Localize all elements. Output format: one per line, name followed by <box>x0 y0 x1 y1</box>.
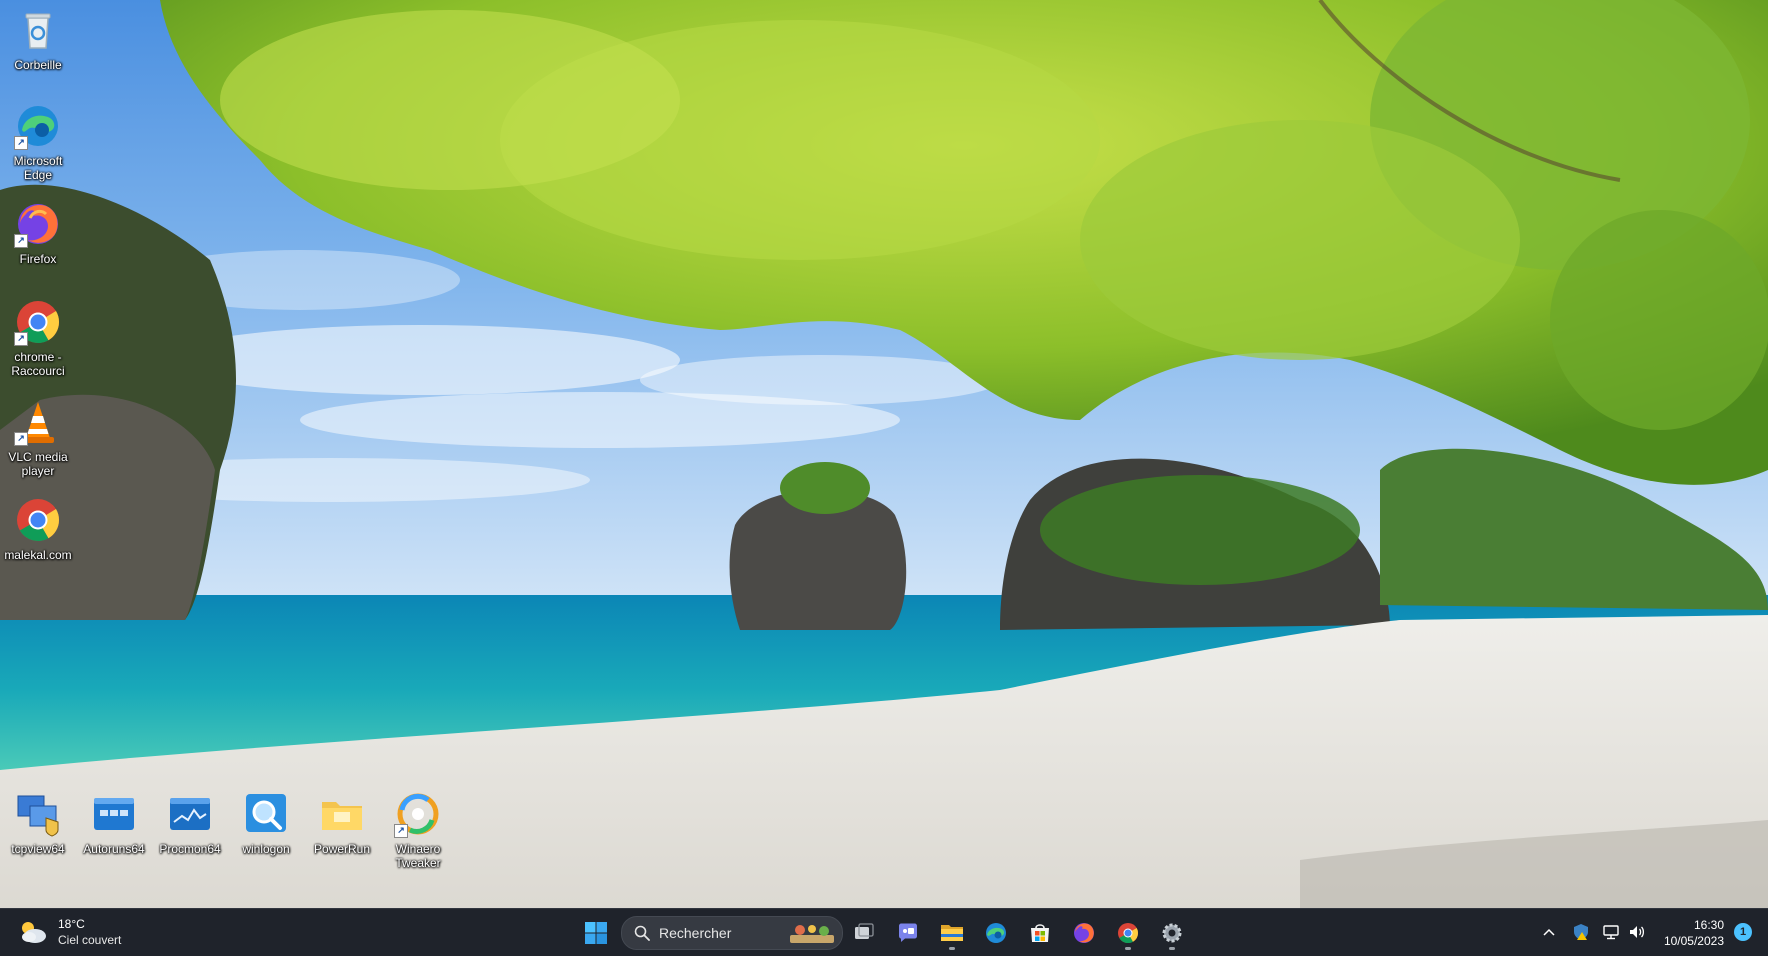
shield-warning-icon <box>1574 924 1588 940</box>
running-indicator <box>1169 947 1175 950</box>
tcpview-icon <box>12 788 64 840</box>
weather-temperature: 18°C <box>58 917 85 931</box>
cloudy-sun-icon <box>22 922 46 943</box>
start-button[interactable] <box>578 915 614 951</box>
chrome-icon: ↗ <box>12 296 64 348</box>
search-highlight-icon <box>790 925 834 943</box>
desktop-icon-label: Microsoft Edge <box>13 154 63 182</box>
task-view-button[interactable] <box>846 915 882 951</box>
speaker-icon <box>1630 926 1645 938</box>
vlc-cone-icon: ↗ <box>12 396 64 448</box>
teams-chat-icon <box>899 923 917 942</box>
network-icon <box>1603 925 1619 940</box>
volume-tray-button[interactable] <box>1626 921 1648 943</box>
desktop-icon-edge[interactable]: ↗ Microsoft Edge <box>1 100 75 182</box>
wallpaper-image <box>0 0 1768 908</box>
desktop-icon-winlogon[interactable]: winlogon <box>229 788 303 856</box>
firefox-icon: ↗ <box>12 198 64 250</box>
search-placeholder: Rechercher <box>659 925 732 941</box>
show-hidden-icons-button[interactable] <box>1538 921 1560 943</box>
desktop-icon-label: Corbeille <box>14 58 62 72</box>
folder-icon <box>941 925 963 941</box>
desktop-icon-label: Autoruns64 <box>83 842 145 856</box>
desktop-icon-label: Procmon64 <box>159 842 221 856</box>
taskbar: 18°C Ciel couvert Rechercher 16:30 10/05… <box>0 908 1768 956</box>
running-indicator <box>1125 947 1131 950</box>
clock-time: 16:30 <box>1693 918 1724 932</box>
shortcut-arrow-icon: ↗ <box>14 234 28 248</box>
edge-icon <box>986 923 1006 943</box>
gear-icon <box>1162 923 1182 943</box>
firefox-icon <box>1074 923 1094 943</box>
desktop-icon-tcpview[interactable]: tcpview64 <box>1 788 75 856</box>
desktop: Corbeille ↗ Microsoft Edge ↗ Firefox ↗ c… <box>0 0 1768 908</box>
autoruns-icon <box>88 788 140 840</box>
running-indicator <box>949 947 955 950</box>
weather-description: Ciel couvert <box>58 933 122 947</box>
chat-button[interactable] <box>890 915 926 951</box>
settings-button[interactable] <box>1154 915 1190 951</box>
desktop-icon-winaero[interactable]: ↗ Winaero Tweaker <box>381 788 455 870</box>
desktop-icon-procmon[interactable]: Procmon64 <box>153 788 227 856</box>
network-tray-button[interactable] <box>1600 921 1622 943</box>
desktop-icon-autoruns[interactable]: Autoruns64 <box>77 788 151 856</box>
edge-icon: ↗ <box>12 100 64 152</box>
firefox-taskbar-button[interactable] <box>1066 915 1102 951</box>
desktop-icon-label: VLC media player <box>8 450 68 478</box>
desktop-icon-firefox[interactable]: ↗ Firefox <box>1 198 75 266</box>
magnifier-icon <box>240 788 292 840</box>
file-explorer-button[interactable] <box>934 915 970 951</box>
desktop-icon-chrome[interactable]: ↗ chrome - Raccourci <box>1 296 75 378</box>
chrome-taskbar-button[interactable] <box>1110 915 1146 951</box>
notification-badge[interactable]: 1 <box>1734 923 1752 941</box>
shortcut-arrow-icon: ↗ <box>14 136 28 150</box>
shortcut-arrow-icon: ↗ <box>14 432 28 446</box>
chevron-up-icon <box>1543 928 1555 936</box>
recycle-bin-icon <box>12 4 64 56</box>
edge-taskbar-button[interactable] <box>978 915 1014 951</box>
desktop-icon-vlc[interactable]: ↗ VLC media player <box>1 396 75 478</box>
desktop-icon-label: Winaero Tweaker <box>395 842 441 870</box>
desktop-icon-label: chrome - Raccourci <box>11 350 65 378</box>
task-view-icon <box>855 923 874 939</box>
desktop-icon-malekal[interactable]: malekal.com <box>1 494 75 562</box>
desktop-icon-powerrun[interactable]: PowerRun <box>305 788 379 856</box>
store-button[interactable] <box>1022 915 1058 951</box>
shortcut-arrow-icon: ↗ <box>394 824 408 838</box>
security-tray-button[interactable] <box>1570 921 1592 943</box>
chrome-icon <box>12 494 64 546</box>
microsoft-store-icon <box>1031 924 1049 942</box>
desktop-icon-corbeille[interactable]: Corbeille <box>1 4 75 72</box>
winaero-tweaker-icon: ↗ <box>392 788 444 840</box>
clock[interactable]: 16:30 10/05/2023 <box>1664 917 1724 949</box>
desktop-icon-label: PowerRun <box>313 842 371 856</box>
folder-icon <box>316 788 368 840</box>
desktop-icon-label: malekal.com <box>4 548 72 562</box>
weather-widget[interactable]: 18°C Ciel couvert <box>8 909 128 955</box>
clock-date: 10/05/2023 <box>1663 934 1724 948</box>
chrome-icon <box>1118 923 1139 944</box>
search-icon <box>634 925 650 941</box>
shortcut-arrow-icon: ↗ <box>14 332 28 346</box>
desktop-icon-label: tcpview64 <box>11 842 65 856</box>
desktop-icon-label: winlogon <box>242 842 290 856</box>
procmon-icon <box>164 788 216 840</box>
desktop-icon-label: Firefox <box>19 252 57 266</box>
windows-logo-icon <box>585 922 607 944</box>
search-box[interactable]: Rechercher <box>621 916 843 950</box>
